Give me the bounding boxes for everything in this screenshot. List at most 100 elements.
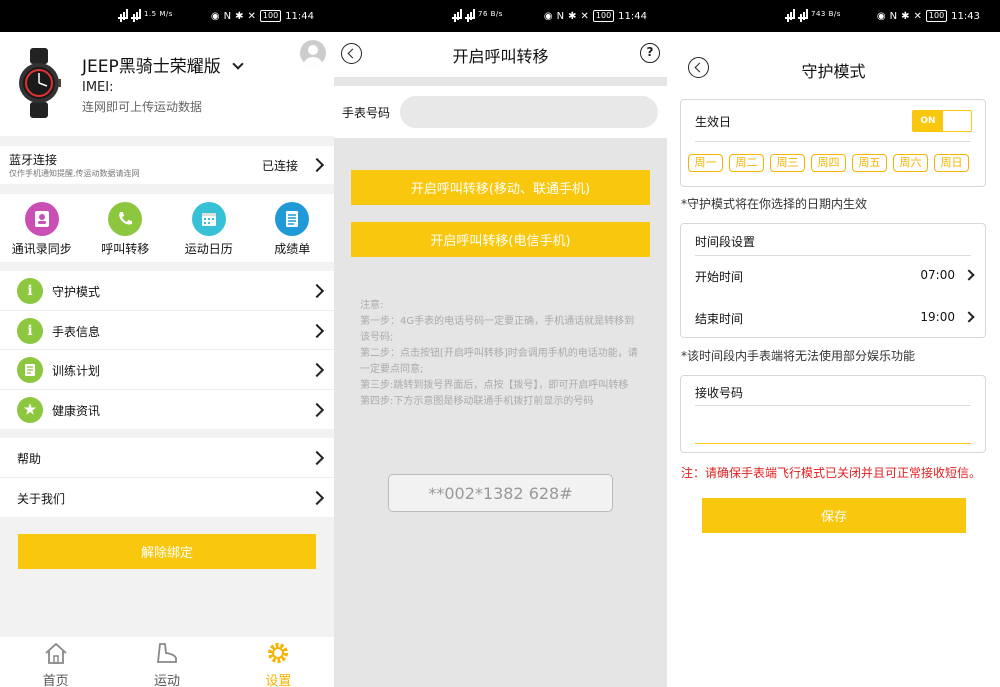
bluetooth-icon: ✱ [235, 10, 244, 22]
system-indicators: ◉ N ✱ ✕ 100 11:43 [877, 10, 980, 22]
menu-item-guard-mode[interactable]: i 守护模式 [0, 271, 334, 311]
toggle-on-label: ON [913, 111, 943, 131]
effective-day-label: 生效日 [695, 115, 732, 129]
info-icon: i [17, 317, 43, 344]
clock: 11:43 [951, 10, 980, 22]
chevron-right-icon [963, 311, 975, 323]
eye-icon: ◉ [876, 10, 886, 22]
menu-item-help[interactable]: 帮助 [0, 438, 334, 478]
plan-icon [17, 357, 43, 383]
network-indicators: 76 B/s [452, 9, 503, 19]
forward-telecom-button[interactable]: 开启呼叫转移(电信手机) [351, 222, 650, 257]
note-line: 注意: [360, 300, 384, 311]
receive-number-input[interactable] [695, 412, 971, 444]
chevron-right-icon [309, 490, 325, 505]
info-icon: i [17, 278, 43, 304]
signal-icon [131, 9, 141, 19]
day-tue[interactable]: 周二 [729, 154, 764, 172]
divider [695, 141, 971, 142]
clock: 11:44 [285, 10, 314, 22]
day-wed[interactable]: 周三 [770, 154, 805, 172]
time-period-card: 时间段设置 开始时间 07:00 结束时间 19:00 [680, 223, 986, 338]
tab-label: 设置 [265, 674, 292, 687]
receive-number-label: 接收号码 [695, 386, 744, 400]
battery-icon: 100 [925, 10, 948, 22]
save-button[interactable]: 保存 [702, 498, 966, 533]
tab-home[interactable]: 首页 [0, 637, 111, 687]
feature-grid: 通讯录同步 呼叫转移 运动日历 成绩单 [0, 194, 334, 262]
menu-item-health-news[interactable]: ★ 健康资讯 [0, 390, 334, 430]
watch-number-row: 手表号码 [334, 86, 667, 138]
day-sun[interactable]: 周日 [934, 154, 969, 172]
tab-sport[interactable]: 运动 [111, 637, 222, 687]
status-bar: 743 B/s ◉ N ✱ ✕ 100 11:43 [667, 0, 1000, 32]
settings-screen: 1.5 M/s ◉ N ✱ ✕ 100 11:44 JEEP黑骑士荣耀版 IME… [0, 0, 334, 687]
report-icon [275, 202, 310, 236]
bluetooth-icon: ✱ [568, 10, 577, 22]
chevron-right-icon [309, 323, 325, 338]
menu-label: 关于我们 [17, 491, 66, 506]
feature-label: 通讯录同步 [11, 242, 72, 256]
watch-number-input[interactable] [400, 96, 658, 128]
feature-call-forward[interactable]: 呼叫转移 [84, 194, 168, 262]
day-fri[interactable]: 周五 [852, 154, 887, 172]
day-mon[interactable]: 周一 [688, 154, 723, 172]
feature-contacts-sync[interactable]: 通讯录同步 [0, 194, 84, 262]
days-note: *守护模式将在你选择的日期内生效 [681, 197, 868, 211]
guard-mode-screen: 743 B/s ◉ N ✱ ✕ 100 11:43 守护模式 生效日 ON 周一… [667, 0, 1000, 687]
battery-icon: 100 [259, 10, 282, 22]
bluetooth-row[interactable]: 蓝牙连接 仅作手机通知提醒,传运动数据请连网 已连接 [0, 146, 334, 184]
user-icon [304, 45, 322, 66]
feature-label: 成绩单 [274, 242, 311, 256]
menu-item-training-plan[interactable]: 训练计划 [0, 350, 334, 390]
settings-menu: i 守护模式 i 手表信息 训练计划 ★ 健康资讯 [0, 271, 334, 429]
period-note: *该时间段内手表端将无法使用部分娱乐功能 [681, 349, 916, 363]
system-indicators: ◉ N ✱ ✕ 100 11:44 [211, 10, 314, 22]
watch-image [19, 48, 61, 118]
note-line: 第二步：点击按钮[开启呼叫转移]时会调用手机的电话功能，请一定要点同意; [360, 348, 638, 375]
start-time-row[interactable]: 开始时间 07:00 [681, 256, 985, 296]
avatar[interactable] [300, 40, 326, 66]
chevron-right-icon [309, 362, 325, 378]
eye-icon: ◉ [543, 10, 553, 22]
status-bar: 76 B/s ◉ N ✱ ✕ 100 11:44 [334, 0, 667, 32]
note-line: 第三步:跳转到拨号界面后，点按【拨号】，即可开启呼叫转移 [360, 380, 629, 391]
device-title[interactable]: JEEP黑骑士荣耀版 [82, 52, 244, 77]
bluetooth-status: 已连接 [261, 159, 298, 173]
shoe-icon [156, 643, 177, 663]
day-thu[interactable]: 周四 [811, 154, 846, 172]
upload-hint: 连网即可上传运动数据 [82, 100, 203, 114]
device-header: JEEP黑骑士荣耀版 IMEI: 连网即可上传运动数据 [0, 32, 334, 136]
signal-icon [465, 9, 475, 19]
help-icon[interactable]: ? [640, 43, 660, 63]
tab-label: 首页 [42, 674, 69, 687]
menu-item-about[interactable]: 关于我们 [0, 478, 334, 518]
feature-sport-calendar[interactable]: 运动日历 [167, 194, 251, 262]
signal-icon [452, 9, 462, 19]
unbind-button[interactable]: 解除绑定 [18, 534, 316, 569]
signal-icon [118, 9, 128, 19]
menu-label: 守护模式 [52, 285, 101, 299]
page-title: 开启呼叫转移 [452, 47, 549, 66]
bottom-tab-bar: 首页 运动 设置 [0, 637, 334, 687]
nav-bar: 守护模式 [667, 32, 1000, 94]
chevron-right-icon [309, 157, 325, 173]
chevron-down-icon[interactable] [232, 58, 244, 70]
menu-label: 手表信息 [52, 324, 101, 339]
end-time-value: 19:00 [920, 310, 955, 324]
star-icon: ★ [17, 396, 43, 423]
guard-toggle[interactable]: ON [912, 110, 972, 132]
feature-label: 运动日历 [184, 242, 233, 256]
tab-settings[interactable]: 设置 [223, 637, 334, 687]
eye-icon: ◉ [210, 10, 220, 22]
network-speed: 76 B/s [478, 10, 503, 18]
day-sat[interactable]: 周六 [893, 154, 928, 172]
note-line: 第四步:下方示意图是移动联通手机拨打前显示的号码 [360, 396, 594, 407]
feature-report[interactable]: 成绩单 [251, 194, 335, 262]
menu-item-watch-info[interactable]: i 手表信息 [0, 311, 334, 350]
end-time-label: 结束时间 [695, 312, 744, 326]
forward-mobile-unicom-button[interactable]: 开启呼叫转移(移动、联通手机) [351, 170, 650, 205]
network-speed: 1.5 M/s [144, 10, 173, 18]
end-time-row[interactable]: 结束时间 19:00 [681, 298, 985, 338]
system-indicators: ◉ N ✱ ✕ 100 11:44 [544, 10, 647, 22]
